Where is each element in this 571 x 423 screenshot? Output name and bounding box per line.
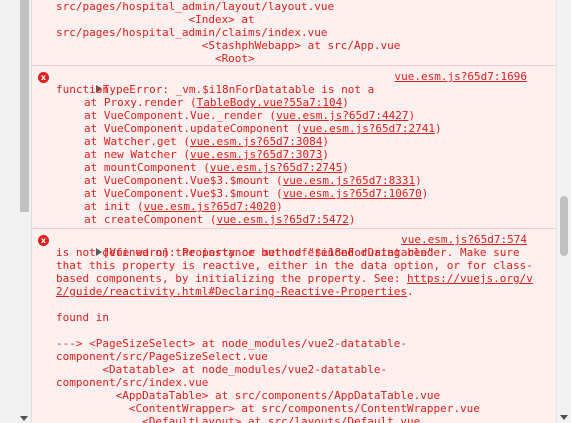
warn-body-line: is not defined on the instance but refer… [56,246,520,259]
component-trace-line: ---> <PageSizeSelect> at node_modules/vu… [56,337,407,350]
error-title: TypeError: _vm.$i18nForDatatable is not … [102,83,375,96]
warn-body-line: 2/guide/reactivity.html#Declaring-Reacti… [32,285,557,298]
scroll-down-arrow-icon[interactable] [20,416,28,421]
stack-frame-text: at mountComponent ( [84,161,210,174]
stack-frame-text: ) [276,200,283,213]
stack-frame-text: at new Watcher ( [84,148,190,161]
component-trace-line: <ContentWrapper> at src/components/Conte… [56,402,480,415]
stack-frame-text: at VueComponent.Vue._render ( [84,109,277,122]
stack-frame-link[interactable]: vue.esm.js?65d7:2741 [303,122,435,135]
stack-frame-text: ) [415,174,422,187]
trace-line: src/pages/hospital_admin/layout/layout.v… [56,0,335,13]
stack-frame: at new Watcher (vue.esm.js?65d7:3073) [32,148,557,161]
docs-link[interactable]: https://vuejs.org/v [407,272,533,285]
stack-frames: at Proxy.render (TableBody.vue?55a7:104)… [32,96,557,226]
console-message-warning: x [Vue warn]: Property or method "$i18nF… [32,229,557,423]
component-trace-line: component/src/PageSizeSelect.vue [56,350,268,363]
stack-frame-link[interactable]: vue.esm.js?65d7:3073 [190,148,322,161]
stack-frame-link[interactable]: vue.esm.js?65d7:4020 [144,200,276,213]
error-icon: x [38,72,49,83]
console-scrollbar[interactable] [556,0,571,423]
scroll-down-arrow-icon[interactable] [560,415,568,420]
stack-frame-text: ) [348,213,356,226]
stack-frame-text: at VueComponent.Vue$3.$mount ( [84,187,283,200]
stack-frame-text: ) [322,148,330,161]
stack-frame-link[interactable]: vue.esm.js?65d7:5472 [216,213,348,226]
warn-source-link[interactable]: vue.esm.js?65d7:574 [401,233,527,246]
trace-line: <Index> at [56,13,255,26]
warn-body-text: based components, by initializing the pr… [56,272,407,285]
stack-frame: at createComponent (vue.esm.js?65d7:5472… [32,213,557,226]
stack-frame-text: ) [408,109,416,122]
warn-body-line: based components, by initializing the pr… [32,272,557,285]
stack-frame: at VueComponent.updateComponent (vue.esm… [32,122,557,135]
stack-frame: at VueComponent.Vue._render (vue.esm.js?… [32,109,557,122]
stack-frame-text: at VueComponent.updateComponent ( [84,122,303,135]
trace-line: <StashphWebapp> at src/App.vue [56,39,401,52]
stack-frame-link[interactable]: vue.esm.js?65d7:3084 [190,135,322,148]
stack-frame-link[interactable]: TableBody.vue?55a7:104 [197,96,343,109]
stack-frame-text: ) [342,161,349,174]
stack-frame: at init (vue.esm.js?65d7:4020) [32,200,557,213]
console-scrollbar-thumb[interactable] [560,196,568,256]
stack-frame: at Watcher.get (vue.esm.js?65d7:3084) [32,135,557,148]
warn-body-line: that this property is reactive, either i… [56,259,533,272]
trace-line: src/pages/hospital_admin/claims/index.vu… [56,26,328,39]
stack-frame-text: at createComponent ( [84,213,217,226]
left-scrollbar-thumb[interactable] [20,0,29,212]
stack-frame-text: ) [435,122,442,135]
left-pane-scrollbar[interactable] [0,0,32,423]
error-icon: x [38,235,49,246]
stack-frame: at mountComponent (vue.esm.js?65d7:2745) [32,161,557,174]
stack-frame-text: ) [342,96,349,109]
error-source-link[interactable]: vue.esm.js?65d7:1696 [395,70,527,83]
stack-frame-text: at init ( [84,200,144,213]
stack-frame-link[interactable]: vue.esm.js?65d7:4427 [276,109,408,122]
component-trace-line: <AppDataTable> at src/components/AppData… [56,389,441,402]
component-trace-line: <DefaultLayout> at src/layouts/Default.v… [56,415,421,423]
stack-frame-link[interactable]: vue.esm.js?65d7:2745 [210,161,342,174]
stack-frame-link[interactable]: vue.esm.js?65d7:10670 [283,187,422,200]
stack-frame-link[interactable]: vue.esm.js?65d7:8331 [283,174,415,187]
stack-frame-text: at Watcher.get ( [84,135,190,148]
component-trace-line: component/src/index.vue [56,376,209,389]
console-message-trace: src/pages/hospital_admin/layout/layout.v… [32,0,557,66]
stack-frame: at VueComponent.Vue$3.$mount (vue.esm.js… [32,187,557,200]
stack-frame-text: at VueComponent.Vue$3.$mount ( [84,174,283,187]
stack-frame-text: ) [421,187,429,200]
console-panel: src/pages/hospital_admin/layout/layout.v… [32,0,557,423]
trace-line: <Root> [56,52,255,65]
stack-frame-text: at Proxy.render ( [84,96,197,109]
docs-link-continued[interactable]: 2/guide/reactivity.html#Declaring-Reacti… [56,285,407,298]
warn-body-text: . [407,285,414,298]
component-trace-line: <Datatable> at node_modules/vue2-datatab… [56,363,388,376]
console-message-error: x TypeError: _vm.$i18nForDatatable is no… [32,66,557,229]
found-in-label: found in [56,311,109,324]
stack-frame: at Proxy.render (TableBody.vue?55a7:104) [32,96,557,109]
stack-frame-text: ) [322,135,330,148]
stack-frame: at VueComponent.Vue$3.$mount (vue.esm.js… [32,174,557,187]
